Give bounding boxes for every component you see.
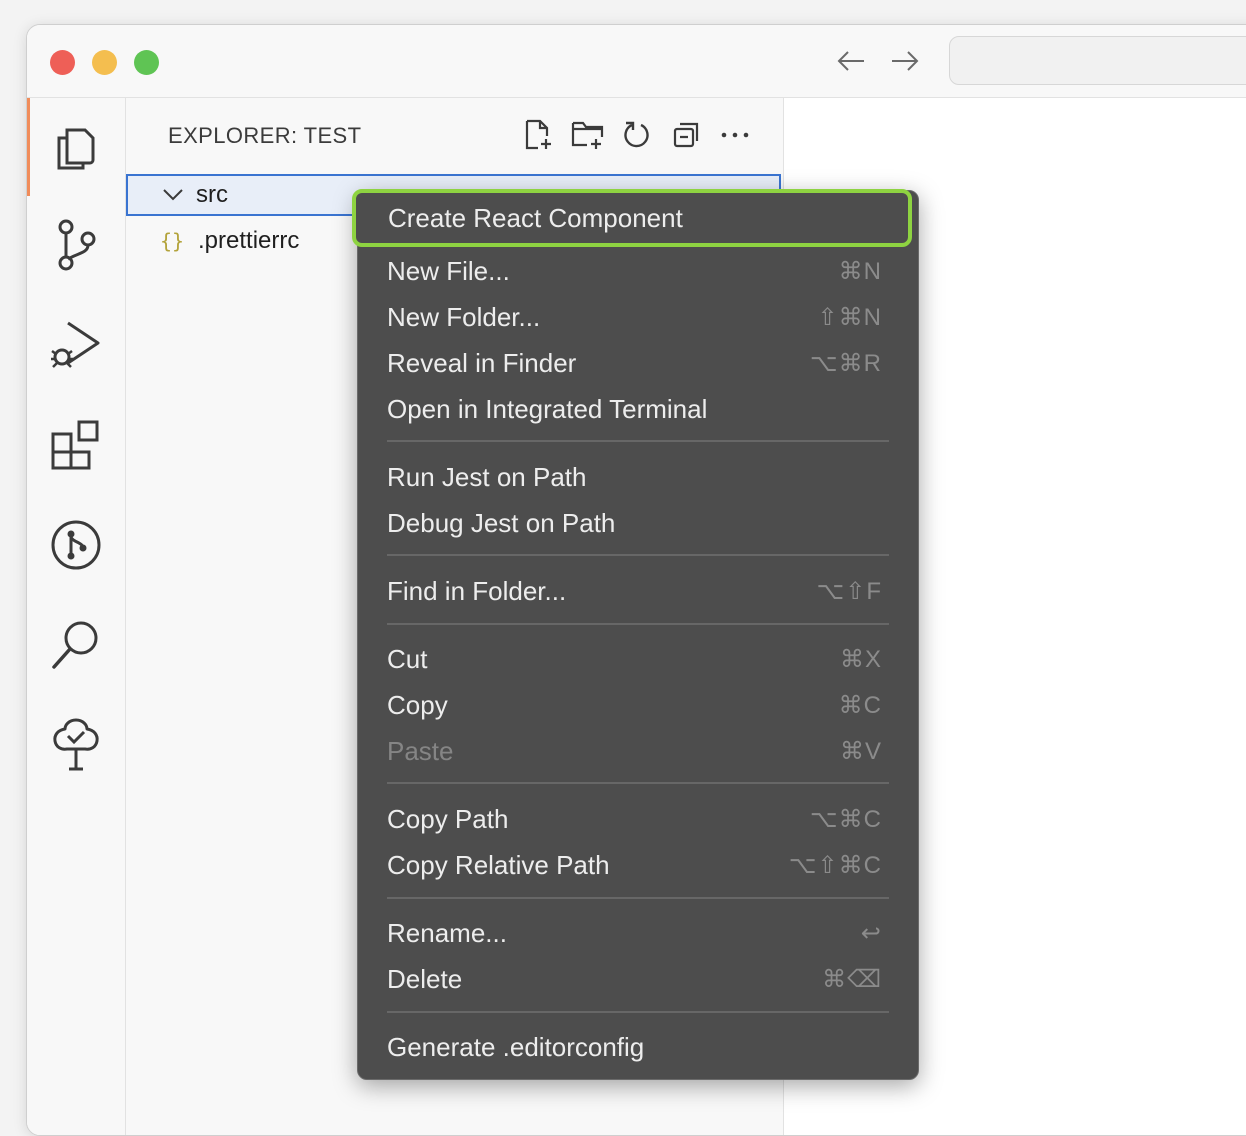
menu-item-shortcut: ↩	[860, 919, 882, 947]
collapse-all-icon	[673, 122, 699, 148]
menu-item-shortcut: ⌘⌫	[822, 965, 882, 993]
activity-extensions[interactable]	[27, 396, 125, 494]
menu-item-shortcut: ⌥⌘C	[810, 805, 882, 833]
menu-item-shortcut: ⌥⇧⌘C	[788, 851, 882, 879]
collapse-folders-button[interactable]	[669, 118, 703, 152]
menu-item-label: Delete	[387, 963, 463, 994]
close-window-button[interactable]	[50, 50, 75, 75]
menu-item-label: Reveal in Finder	[387, 347, 577, 378]
refresh-explorer-button[interactable]	[620, 118, 654, 152]
menu-item-shortcut: ⌥⌘R	[810, 349, 882, 377]
menu-item-new-file[interactable]: New File... ⌘N	[358, 248, 918, 294]
menu-item-label: Rename...	[387, 917, 507, 948]
source-control-icon	[58, 219, 96, 271]
json-file-icon: {}	[160, 229, 185, 253]
menu-item-shortcut: ⌥⇧F	[816, 577, 882, 605]
activity-explorer[interactable]	[27, 98, 125, 196]
minimize-window-button[interactable]	[92, 50, 117, 75]
menu-item-label: Paste	[387, 735, 454, 766]
menu-item-shortcut: ⇧⌘N	[817, 303, 882, 331]
menu-separator	[387, 554, 889, 556]
pull-request-icon	[51, 520, 101, 570]
menu-item-reveal-in-finder[interactable]: Reveal in Finder ⌥⌘R	[358, 340, 918, 386]
activity-search[interactable]	[27, 596, 125, 694]
menu-item-label: Copy Relative Path	[387, 849, 610, 880]
new-file-icon	[525, 119, 551, 150]
menu-item-label: Run Jest on Path	[387, 461, 587, 492]
menu-item-rename[interactable]: Rename... ↩	[358, 910, 918, 956]
new-folder-icon	[571, 121, 604, 149]
menu-item-debug-jest[interactable]: Debug Jest on Path	[358, 500, 918, 546]
menu-separator	[387, 897, 889, 899]
menu-item-label: Cut	[387, 643, 428, 674]
title-bar	[27, 25, 1246, 98]
menu-item-label: New Folder...	[387, 301, 541, 332]
menu-item-open-in-terminal[interactable]: Open in Integrated Terminal	[358, 386, 918, 432]
command-center-input[interactable]	[949, 36, 1246, 85]
menu-item-shortcut: ⌘X	[839, 645, 882, 673]
menu-item-label: Find in Folder...	[387, 575, 567, 606]
menu-separator	[387, 782, 889, 784]
menu-item-new-folder[interactable]: New Folder... ⇧⌘N	[358, 294, 918, 340]
menu-item-copy-path[interactable]: Copy Path ⌥⌘C	[358, 796, 918, 842]
menu-item-shortcut: ⌘C	[838, 691, 882, 719]
menu-item-run-jest[interactable]: Run Jest on Path	[358, 454, 918, 500]
menu-item-create-react-component[interactable]: Create React Component	[352, 189, 912, 247]
menu-item-label: Copy Path	[387, 803, 509, 834]
menu-separator	[387, 623, 889, 625]
extensions-icon	[51, 420, 99, 470]
menu-item-paste: Paste ⌘V	[358, 728, 918, 774]
arrow-left-icon	[837, 51, 864, 71]
ellipsis-icon	[721, 132, 749, 138]
sidebar-actions	[522, 118, 752, 152]
files-icon	[57, 128, 95, 170]
menu-item-label: Create React Component	[388, 202, 683, 233]
menu-item-copy[interactable]: Copy ⌘C	[358, 682, 918, 728]
activity-source-control[interactable]	[27, 196, 125, 294]
sidebar-title: EXPLORER: TEST	[168, 123, 362, 148]
menu-item-shortcut: ⌘N	[838, 257, 882, 285]
run-debug-icon	[51, 321, 100, 368]
search-icon	[52, 621, 98, 669]
menu-item-delete[interactable]: Delete ⌘⌫	[358, 956, 918, 1002]
menu-item-copy-relative-path[interactable]: Copy Relative Path ⌥⇧⌘C	[358, 842, 918, 888]
new-folder-button[interactable]	[571, 118, 605, 152]
menu-separator	[387, 440, 889, 442]
menu-item-label: Open in Integrated Terminal	[387, 393, 708, 424]
tree-item-label: src	[196, 181, 228, 208]
menu-separator	[387, 1011, 889, 1013]
activity-testing[interactable]	[27, 696, 125, 794]
more-actions-button[interactable]	[718, 118, 752, 152]
activity-bar	[27, 98, 126, 1135]
menu-item-shortcut: ⌘V	[839, 737, 882, 765]
menu-item-cut[interactable]: Cut ⌘X	[358, 636, 918, 682]
refresh-icon	[624, 121, 649, 148]
activity-pull-requests[interactable]	[27, 496, 125, 594]
chevron-down-icon	[162, 188, 186, 202]
menu-item-find-in-folder[interactable]: Find in Folder... ⌥⇧F	[358, 568, 918, 614]
activity-run-debug[interactable]	[27, 296, 125, 394]
go-back-button[interactable]	[831, 39, 871, 83]
go-forward-button[interactable]	[885, 39, 925, 83]
tree-item-label: .prettierrc	[198, 227, 300, 254]
zoom-window-button[interactable]	[134, 50, 159, 75]
menu-item-label: Copy	[387, 689, 448, 720]
arrow-right-icon	[892, 51, 919, 71]
menu-item-label: Generate .editorconfig	[387, 1031, 645, 1062]
menu-item-generate-editorconfig[interactable]: Generate .editorconfig	[358, 1024, 918, 1070]
context-menu: Create React Component New File... ⌘N Ne…	[352, 189, 919, 1080]
tree-check-icon	[53, 718, 99, 771]
menu-item-label: New File...	[387, 255, 510, 286]
new-file-button[interactable]	[522, 118, 556, 152]
menu-item-label: Debug Jest on Path	[387, 507, 616, 538]
